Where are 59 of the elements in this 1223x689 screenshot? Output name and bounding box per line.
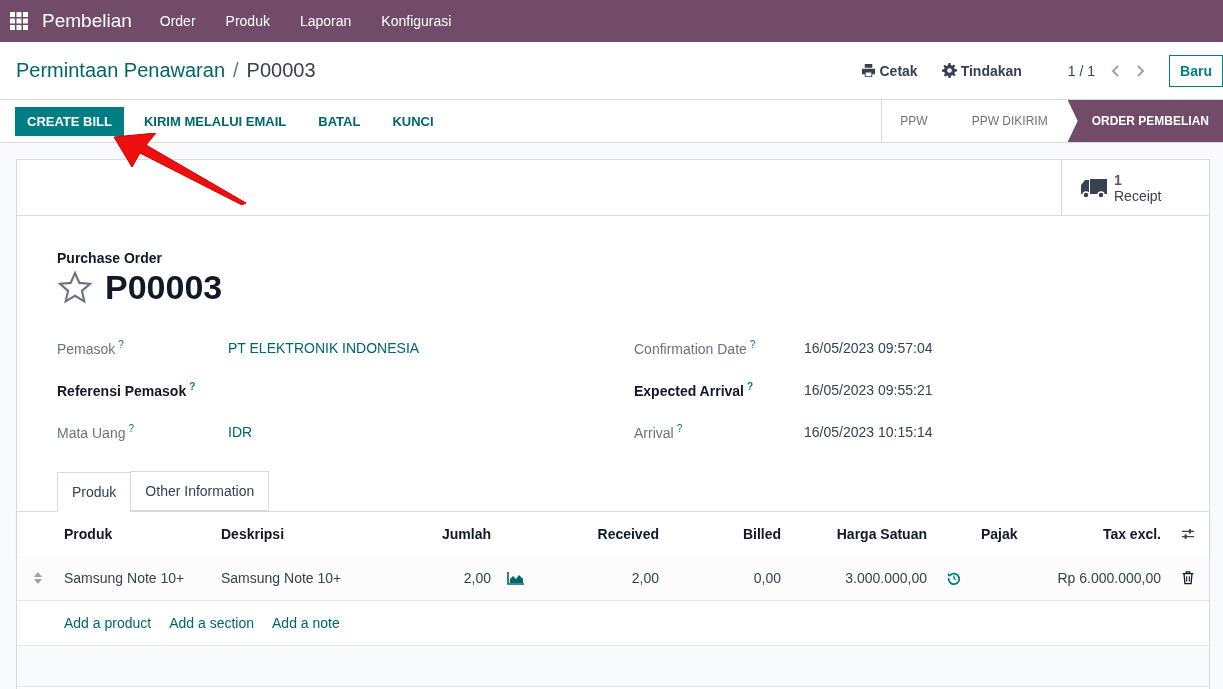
status-stage[interactable]: ORDER PEMBELIAN bbox=[1067, 100, 1223, 142]
column-header[interactable]: Tax excl. bbox=[1041, 526, 1166, 542]
apps-menu-icon[interactable] bbox=[10, 12, 28, 30]
add-line-link[interactable]: Add a product bbox=[64, 615, 152, 631]
field-label: Expected Arrival $^{?}$ bbox=[634, 381, 755, 399]
notebook-tab[interactable]: Produk bbox=[57, 472, 132, 512]
star-icon[interactable] bbox=[57, 269, 93, 306]
field-value: 16/05/2023 10:15:14 bbox=[804, 424, 933, 440]
table-cell-text: 0,00 bbox=[752, 570, 782, 586]
field-label: Referensi Pemasok $^{?}$ bbox=[57, 381, 197, 399]
gear-icon bbox=[941, 63, 957, 78]
menu-item[interactable]: Produk bbox=[225, 13, 270, 29]
pager-value: 1 / 1 bbox=[1067, 62, 1096, 79]
print-button[interactable]: Cetak bbox=[860, 62, 918, 79]
field-value: 16/05/2023 09:57:04 bbox=[804, 340, 933, 356]
table-cell-text: 3.000.000,00 bbox=[844, 570, 928, 586]
table-cell-text: 2,00 bbox=[630, 570, 660, 586]
notebook-tab[interactable]: Other Information bbox=[130, 471, 270, 511]
action-button[interactable]: BATAL bbox=[306, 106, 373, 136]
trash-icon[interactable] bbox=[1181, 571, 1195, 585]
field-label: Pemasok $^{?}$ bbox=[57, 339, 125, 357]
sliders-icon[interactable] bbox=[1181, 527, 1195, 541]
app-name[interactable]: Pembelian bbox=[42, 10, 132, 32]
column-header[interactable]: Received bbox=[536, 526, 664, 542]
table-cell-text: Samsung Note 10+ bbox=[220, 570, 343, 586]
menu-item[interactable]: Konfigurasi bbox=[381, 13, 452, 29]
add-line-link[interactable]: Add a note bbox=[272, 615, 340, 631]
action-button[interactable]: KIRIM MELALUI EMAIL bbox=[132, 106, 299, 136]
table-cell-text: Rp 6.000.000,00 bbox=[1056, 570, 1162, 586]
breadcrumb-current: P00003 bbox=[246, 59, 316, 82]
column-header[interactable]: Billed bbox=[664, 526, 786, 542]
add-line-link[interactable]: Add a section bbox=[169, 615, 254, 631]
record-type-label: Purchase Order bbox=[57, 250, 164, 266]
history-icon[interactable] bbox=[947, 571, 961, 585]
drag-handle-icon[interactable] bbox=[33, 571, 43, 585]
menu-item[interactable]: Order bbox=[159, 13, 196, 29]
printer-icon bbox=[860, 63, 876, 78]
table-cell-text: 2,00 bbox=[462, 570, 492, 586]
field-value[interactable]: PT ELEKTRONIK INDONESIA bbox=[228, 340, 420, 356]
breadcrumb-separator: / bbox=[233, 59, 239, 82]
column-header[interactable]: Jumlah bbox=[401, 526, 496, 542]
field-value: 16/05/2023 09:55:21 bbox=[804, 382, 933, 398]
field-label: Mata Uang $^{?}$ bbox=[57, 423, 136, 441]
field-label: Arrival $^{?}$ bbox=[634, 423, 684, 441]
action-button[interactable]: Tindakan bbox=[941, 62, 1022, 79]
area-chart-icon[interactable] bbox=[507, 571, 525, 585]
field-value[interactable]: IDR bbox=[228, 424, 253, 440]
menu-item[interactable]: Laporan bbox=[299, 13, 352, 29]
field-label: Confirmation Date $^{?}$ bbox=[634, 339, 757, 357]
column-header[interactable]: Pajak bbox=[976, 526, 1041, 542]
new-button[interactable]: Baru bbox=[1169, 54, 1223, 87]
action-button[interactable]: CREATE BILL bbox=[15, 106, 124, 136]
action-button[interactable]: KUNCI bbox=[380, 106, 446, 136]
column-header[interactable]: Produk bbox=[59, 526, 216, 542]
record-title: P00003 bbox=[105, 268, 223, 307]
table-cell-text: Samsung Note 10+ bbox=[63, 570, 186, 586]
breadcrumb-link[interactable]: Permintaan Penawaran bbox=[16, 59, 225, 82]
column-header[interactable]: Deskripsi bbox=[216, 526, 401, 542]
column-header[interactable]: Harga Satuan bbox=[786, 526, 932, 542]
